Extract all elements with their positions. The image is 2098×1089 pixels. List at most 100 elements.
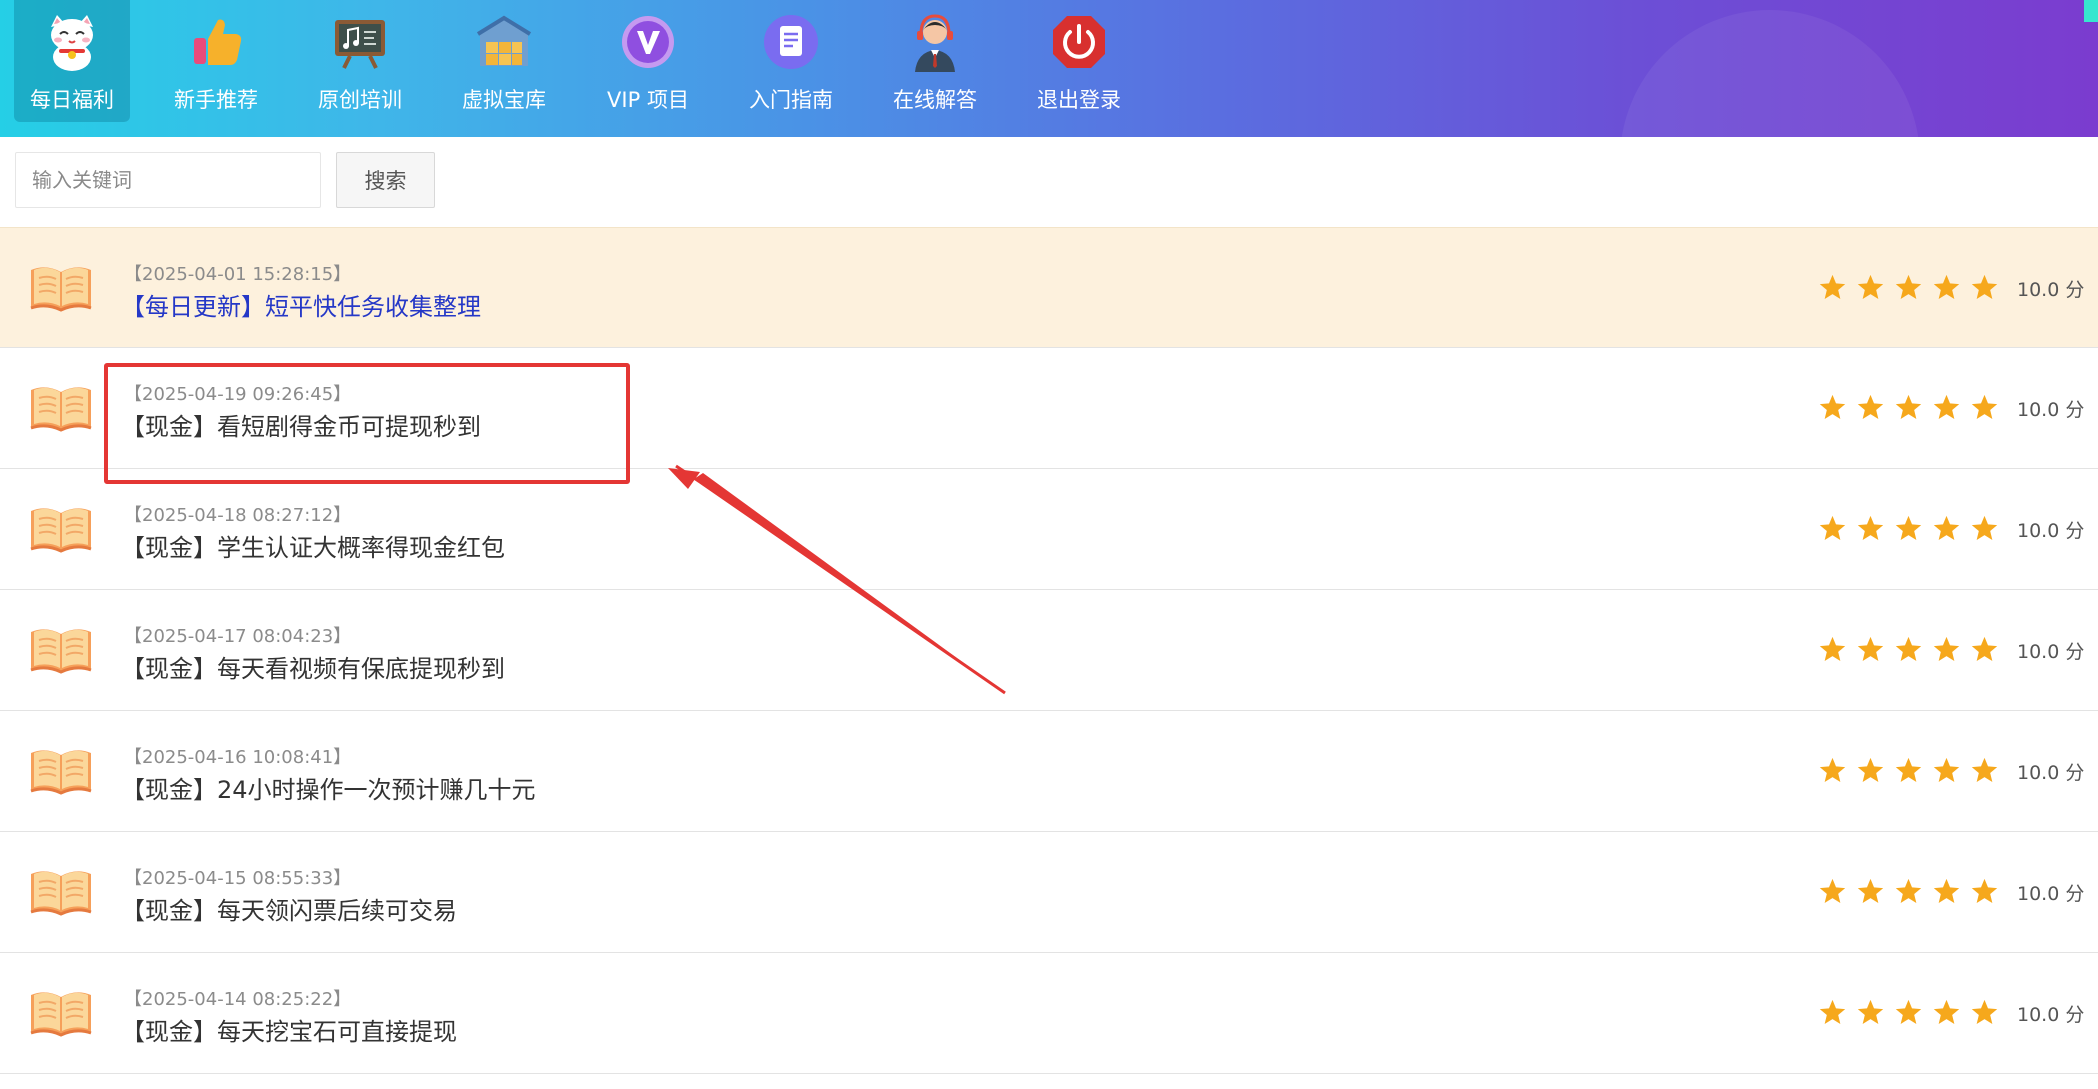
article-row[interactable]: 【2025-04-14 08:25:22】 【现金】每天挖宝石可直接提现 10.0 … bbox=[0, 953, 2098, 1074]
document-icon bbox=[759, 10, 823, 74]
article-score: 10.0 分 bbox=[2017, 279, 2085, 301]
star-rating bbox=[1818, 635, 1999, 664]
nav-item-beginner-guide[interactable]: 入门指南 bbox=[733, 0, 849, 122]
star-icon bbox=[1971, 999, 1998, 1024]
star-rating bbox=[1818, 273, 1999, 302]
star-icon bbox=[1895, 999, 1922, 1024]
article-timestamp: 【2025-04-16 10:08:41】 bbox=[124, 747, 352, 768]
header-decoration bbox=[1620, 10, 1920, 137]
article-timestamp: 【2025-04-17 08:04:23】 bbox=[124, 626, 352, 647]
star-icon bbox=[1895, 636, 1922, 661]
article-title-link[interactable]: 【每日更新】短平快任务收集整理 bbox=[121, 287, 481, 322]
nav-item-daily-welfare[interactable]: 每日福利 bbox=[14, 0, 130, 122]
article-score: 10.0 分 bbox=[2017, 762, 2085, 784]
star-icon bbox=[1933, 636, 1960, 661]
header-corner-decoration bbox=[2084, 0, 2098, 22]
star-icon bbox=[1895, 274, 1922, 299]
star-icon bbox=[1933, 274, 1960, 299]
nav-item-label: 虚拟宝库 bbox=[462, 88, 546, 112]
star-icon bbox=[1971, 878, 1998, 903]
book-icon bbox=[29, 624, 93, 674]
article-title-link[interactable]: 【现金】学生认证大概率得现金红包 bbox=[121, 528, 505, 563]
star-icon bbox=[1971, 515, 1998, 540]
nav-item-newbie-recommend[interactable]: 新手推荐 bbox=[158, 0, 274, 122]
book-icon bbox=[29, 382, 93, 432]
article-row[interactable]: 【2025-04-17 08:04:23】 【现金】每天看视频有保底提现秒到 10.… bbox=[0, 590, 2098, 711]
article-title-link[interactable]: 【现金】24小时操作一次预计赚几十元 bbox=[121, 770, 536, 805]
article-title-link[interactable]: 【现金】每天看视频有保底提现秒到 bbox=[121, 649, 505, 684]
lucky-cat-icon bbox=[40, 10, 104, 74]
chalkboard-icon bbox=[328, 10, 392, 74]
article-row[interactable]: 【2025-04-15 08:55:33】 【现金】每天领闪票后续可交易 10.0 … bbox=[0, 832, 2098, 953]
article-timestamp: 【2025-04-01 15:28:15】 bbox=[124, 264, 352, 285]
search-input[interactable] bbox=[15, 152, 321, 208]
star-icon bbox=[1857, 878, 1884, 903]
article-row[interactable]: 【2025-04-16 10:08:41】 【现金】24小时操作一次预计赚几十元 1… bbox=[0, 711, 2098, 832]
star-icon bbox=[1857, 636, 1884, 661]
article-score: 10.0 分 bbox=[2017, 1004, 2085, 1026]
book-icon bbox=[29, 262, 93, 312]
article-score: 10.0 分 bbox=[2017, 641, 2085, 663]
nav-item-label: 在线解答 bbox=[893, 88, 977, 112]
nav-item-label: 退出登录 bbox=[1037, 88, 1121, 112]
star-icon bbox=[1819, 999, 1846, 1024]
nav-item-virtual-treasury[interactable]: 虚拟宝库 bbox=[446, 0, 562, 122]
article-title-link[interactable]: 【现金】看短剧得金币可提现秒到 bbox=[121, 407, 481, 442]
star-icon bbox=[1857, 999, 1884, 1024]
article-title-link[interactable]: 【现金】每天挖宝石可直接提现 bbox=[121, 1012, 457, 1047]
article-title-link[interactable]: 【现金】每天领闪票后续可交易 bbox=[121, 891, 457, 926]
star-icon bbox=[1971, 757, 1998, 782]
customer-service-icon bbox=[903, 10, 967, 74]
book-icon bbox=[29, 503, 93, 553]
star-icon bbox=[1971, 636, 1998, 661]
article-row[interactable]: 【2025-04-19 09:26:45】 【现金】看短剧得金币可提现秒到 10.0… bbox=[0, 348, 2098, 469]
star-icon bbox=[1857, 394, 1884, 419]
vip-badge-icon bbox=[616, 10, 680, 74]
power-icon bbox=[1047, 10, 1111, 74]
nav-item-label: VIP 项目 bbox=[607, 88, 689, 112]
star-icon bbox=[1933, 878, 1960, 903]
star-icon bbox=[1857, 757, 1884, 782]
star-icon bbox=[1819, 274, 1846, 299]
book-icon bbox=[29, 866, 93, 916]
book-icon bbox=[29, 745, 93, 795]
star-icon bbox=[1971, 394, 1998, 419]
nav-item-online-answer[interactable]: 在线解答 bbox=[877, 0, 993, 122]
star-icon bbox=[1819, 757, 1846, 782]
star-icon bbox=[1819, 878, 1846, 903]
star-icon bbox=[1895, 878, 1922, 903]
star-rating bbox=[1818, 514, 1999, 543]
star-icon bbox=[1933, 757, 1960, 782]
article-timestamp: 【2025-04-14 08:25:22】 bbox=[124, 989, 352, 1010]
article-timestamp: 【2025-04-18 08:27:12】 bbox=[124, 505, 352, 526]
article-timestamp: 【2025-04-15 08:55:33】 bbox=[124, 868, 352, 889]
star-icon bbox=[1933, 515, 1960, 540]
nav-item-label: 新手推荐 bbox=[174, 88, 258, 112]
search-button[interactable]: 搜索 bbox=[336, 152, 435, 208]
star-icon bbox=[1895, 394, 1922, 419]
star-icon bbox=[1933, 394, 1960, 419]
top-navigation-bar: 每日福利 新手推荐 原创培训 虚拟宝库 VIP 项目 入门指南 在线解答 退出登… bbox=[0, 0, 2098, 137]
star-rating bbox=[1818, 756, 1999, 785]
book-icon bbox=[29, 987, 93, 1037]
star-icon bbox=[1933, 999, 1960, 1024]
nav-item-vip-project[interactable]: VIP 项目 bbox=[590, 0, 706, 122]
nav-item-original-training[interactable]: 原创培训 bbox=[302, 0, 418, 122]
nav-item-logout[interactable]: 退出登录 bbox=[1021, 0, 1137, 122]
treasure-warehouse-icon bbox=[472, 10, 536, 74]
star-icon bbox=[1895, 515, 1922, 540]
article-score: 10.0 分 bbox=[2017, 883, 2085, 905]
article-row[interactable]: 【2025-04-18 08:27:12】 【现金】学生认证大概率得现金红包 10.… bbox=[0, 469, 2098, 590]
thumbs-up-icon bbox=[184, 10, 248, 74]
star-icon bbox=[1971, 274, 1998, 299]
star-icon bbox=[1895, 757, 1922, 782]
star-rating bbox=[1818, 998, 1999, 1027]
star-rating bbox=[1818, 393, 1999, 422]
article-timestamp: 【2025-04-19 09:26:45】 bbox=[124, 384, 352, 405]
star-icon bbox=[1857, 274, 1884, 299]
article-list: 【2025-04-01 15:28:15】 【每日更新】短平快任务收集整理 10.0… bbox=[0, 227, 2098, 1074]
star-icon bbox=[1819, 636, 1846, 661]
article-row[interactable]: 【2025-04-01 15:28:15】 【每日更新】短平快任务收集整理 10.0… bbox=[0, 227, 2098, 348]
nav-item-label: 原创培训 bbox=[318, 88, 402, 112]
star-icon bbox=[1819, 394, 1846, 419]
